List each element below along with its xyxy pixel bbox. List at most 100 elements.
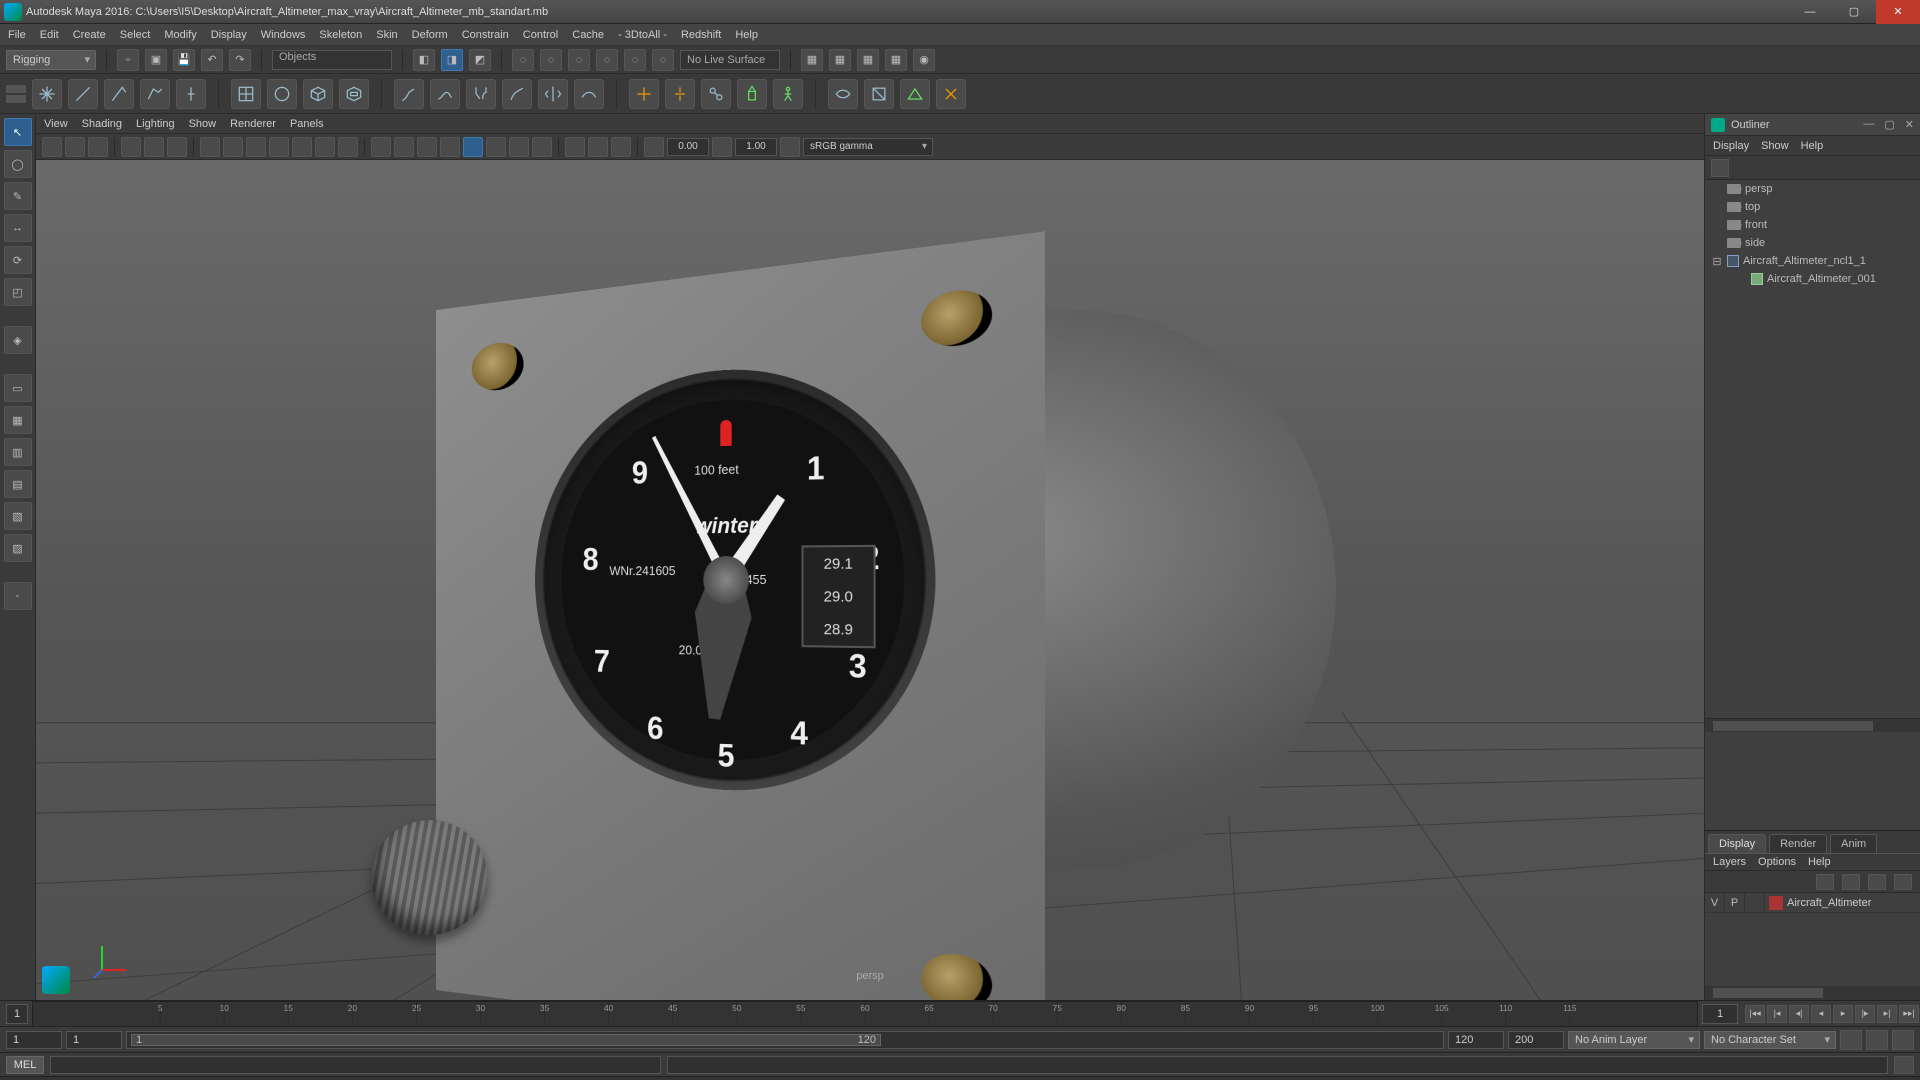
snap-plane-button[interactable]: ◌ — [596, 49, 618, 71]
go-to-end-button[interactable]: ▸▸| — [1899, 1005, 1919, 1023]
outliner-menu-show[interactable]: Show — [1761, 140, 1789, 152]
menu-help[interactable]: Help — [735, 29, 758, 41]
snap-view-button[interactable]: ◌ — [652, 49, 674, 71]
undo-button[interactable]: ↶ — [201, 49, 223, 71]
panel-maximize-button[interactable]: ▢ — [1884, 118, 1894, 131]
tab-display[interactable]: Display — [1708, 834, 1766, 853]
render-settings-button[interactable]: ▦ — [857, 49, 879, 71]
character-set-dropdown[interactable]: No Character Set — [1704, 1031, 1836, 1049]
menu-skeleton[interactable]: Skeleton — [319, 29, 362, 41]
four-view-button[interactable]: ▦ — [4, 406, 32, 434]
vp-use-lights-icon[interactable] — [417, 137, 437, 157]
edge-tool-icon[interactable] — [68, 79, 98, 109]
panel-close-button[interactable]: ✕ — [1905, 118, 1914, 131]
maximize-button[interactable]: ▢ — [1832, 0, 1876, 24]
layer-move-down-button[interactable] — [1842, 874, 1860, 890]
open-scene-button[interactable]: ▣ — [145, 49, 167, 71]
range-start-inner[interactable]: 1 — [66, 1031, 122, 1049]
range-thumb[interactable]: 1120 — [131, 1034, 881, 1046]
outliner-menu-help[interactable]: Help — [1801, 140, 1824, 152]
vp-grease-pencil-icon[interactable] — [167, 137, 187, 157]
layer-visibility-toggle[interactable]: V — [1705, 893, 1725, 913]
go-to-start-button[interactable]: |◂◂ — [1745, 1005, 1765, 1023]
script-language-toggle[interactable]: MEL — [6, 1056, 44, 1074]
layout-custom-button[interactable]: - — [4, 582, 32, 610]
range-end-outer[interactable]: 200 — [1508, 1031, 1564, 1049]
vp-field-chart-icon[interactable] — [292, 137, 312, 157]
vp-viewtransform-icon[interactable] — [780, 137, 800, 157]
tab-render[interactable]: Render — [1769, 834, 1827, 853]
ik-spline-icon[interactable] — [430, 79, 460, 109]
cube-deform-icon[interactable] — [303, 79, 333, 109]
vp-grid-icon[interactable] — [200, 137, 220, 157]
auto-key-button[interactable] — [1840, 1030, 1862, 1050]
vp-menu-panels[interactable]: Panels — [290, 118, 324, 130]
menu-redshift[interactable]: Redshift — [681, 29, 721, 41]
menu-select[interactable]: Select — [120, 29, 151, 41]
vp-smooth-shade-icon[interactable] — [394, 137, 414, 157]
single-view-button[interactable]: ▭ — [4, 374, 32, 402]
snap-curve-button[interactable]: ◌ — [540, 49, 562, 71]
layout-c-button[interactable]: ▧ — [4, 502, 32, 530]
new-layer-assign-button[interactable] — [1894, 874, 1912, 890]
constraint-icon[interactable] — [701, 79, 731, 109]
menu-modify[interactable]: Modify — [164, 29, 196, 41]
layers-menu-help[interactable]: Help — [1808, 856, 1831, 868]
snap-point-button[interactable]: ◌ — [568, 49, 590, 71]
vertex-tool-icon[interactable] — [104, 79, 134, 109]
current-frame-field[interactable]: 1 — [1702, 1004, 1738, 1024]
vp-ao-icon[interactable] — [486, 137, 506, 157]
layer-scrollbar[interactable] — [1705, 986, 1920, 1000]
layers-menu-options[interactable]: Options — [1758, 856, 1796, 868]
layer-row[interactable]: V P Aircraft_Altimeter — [1705, 893, 1920, 913]
new-layer-button[interactable] — [1868, 874, 1886, 890]
blend-shape-icon[interactable] — [828, 79, 858, 109]
set-key-button[interactable] — [1866, 1030, 1888, 1050]
menu-constrain[interactable]: Constrain — [462, 29, 509, 41]
play-back-button[interactable]: ◂ — [1811, 1005, 1831, 1023]
vp-gamma-field[interactable]: 1.00 — [735, 138, 777, 156]
vp-textured-icon[interactable] — [463, 137, 483, 157]
lasso-tool-button[interactable]: ◯ — [4, 150, 32, 178]
render-current-button[interactable]: ▦ — [801, 49, 823, 71]
minimize-button[interactable]: — — [1788, 0, 1832, 24]
save-scene-button[interactable]: 💾 — [173, 49, 195, 71]
vp-exposure-field[interactable]: 0.00 — [667, 138, 709, 156]
layers-menu-layers[interactable]: Layers — [1713, 856, 1746, 868]
vp-gamma-icon[interactable] — [712, 137, 732, 157]
create-joints-icon[interactable] — [629, 79, 659, 109]
paint-weights-icon[interactable] — [502, 79, 532, 109]
live-surface-field[interactable]: No Live Surface — [680, 50, 780, 70]
outliner-search-icon[interactable] — [1711, 159, 1729, 177]
outliner-scrollbar[interactable] — [1705, 718, 1920, 732]
snap-grid-button[interactable]: ◌ — [512, 49, 534, 71]
vp-2d-pan-icon[interactable] — [144, 137, 164, 157]
layer-playback-toggle[interactable]: P — [1725, 893, 1745, 913]
menu-create[interactable]: Create — [73, 29, 106, 41]
pose-editor-icon[interactable] — [864, 79, 894, 109]
select-by-hierarchy-button[interactable]: ◧ — [413, 49, 435, 71]
set-driven-key-icon[interactable] — [900, 79, 930, 109]
rotate-tool-button[interactable]: ⟳ — [4, 246, 32, 274]
smooth-weights-icon[interactable] — [574, 79, 604, 109]
joint-tool-icon[interactable] — [176, 79, 206, 109]
vp-safe-action-icon[interactable] — [315, 137, 335, 157]
close-button[interactable]: ✕ — [1876, 0, 1920, 24]
vp-color-space-dropdown[interactable]: sRGB gamma — [803, 138, 933, 156]
vp-menu-lighting[interactable]: Lighting — [136, 118, 175, 130]
vp-safe-title-icon[interactable] — [338, 137, 358, 157]
menu-deform[interactable]: Deform — [412, 29, 448, 41]
outliner-menu-display[interactable]: Display — [1713, 140, 1749, 152]
menu-display[interactable]: Display — [211, 29, 247, 41]
panel-minimize-button[interactable]: — — [1863, 118, 1874, 131]
redo-button[interactable]: ↷ — [229, 49, 251, 71]
mirror-weights-icon[interactable] — [538, 79, 568, 109]
menu-cache[interactable]: Cache — [572, 29, 604, 41]
last-tool-button[interactable]: ◈ — [4, 326, 32, 354]
anim-layer-dropdown[interactable]: No Anim Layer — [1568, 1031, 1700, 1049]
step-forward-button[interactable]: |▸ — [1855, 1005, 1875, 1023]
select-by-component-button[interactable]: ◩ — [469, 49, 491, 71]
hypershade-button[interactable]: ▦ — [885, 49, 907, 71]
render-view-button[interactable]: ◉ — [913, 49, 935, 71]
script-editor-button[interactable] — [1894, 1056, 1914, 1074]
